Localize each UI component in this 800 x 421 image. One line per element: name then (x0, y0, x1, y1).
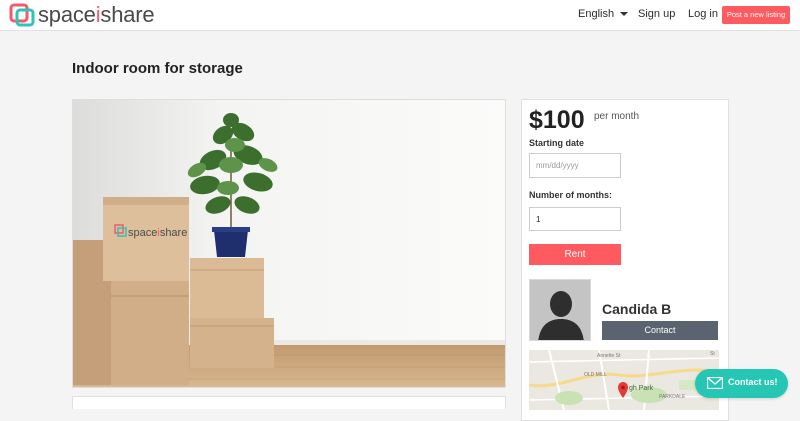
contact-host-button[interactable]: Contact (602, 321, 718, 340)
listing-photo[interactable]: spaceishare (72, 99, 506, 388)
starting-date-input[interactable] (529, 153, 621, 178)
login-link[interactable]: Log in (688, 8, 718, 20)
signup-link[interactable]: Sign up (638, 8, 675, 20)
months-label: Number of months: (529, 190, 612, 200)
map-label: St (710, 351, 715, 357)
description-panel-edge (72, 396, 506, 409)
location-map[interactable]: Annette St St OLD MILL gh Park PARKDALE (529, 350, 719, 410)
map-tiles (529, 350, 719, 410)
months-input[interactable] (529, 207, 621, 231)
rent-button[interactable]: Rent (529, 244, 621, 265)
logo-text: spaceishare (38, 2, 155, 27)
price-period: per month (594, 111, 640, 122)
storage-room-image: spaceishare (73, 100, 505, 387)
map-label: gh Park (629, 385, 654, 392)
spaceishare-logo-icon (9, 3, 35, 27)
caret-down-icon[interactable] (620, 12, 628, 16)
box-logo: spaceishare (128, 227, 187, 239)
map-label: Annette St (597, 353, 621, 359)
price: $100 (529, 106, 585, 134)
language-selector[interactable]: English (578, 8, 614, 20)
map-label: PARKDALE (659, 394, 686, 400)
top-navbar: spaceishare English Sign up Log in Post … (0, 0, 800, 31)
contact-us-chat-button[interactable]: Contact us! (695, 369, 788, 398)
host-name: Candida B (602, 301, 672, 317)
host-avatar[interactable] (529, 279, 591, 341)
contact-us-label: Contact us! (728, 377, 778, 387)
logo[interactable]: spaceishare (9, 2, 155, 27)
envelope-icon (707, 377, 723, 389)
map-pin-icon (618, 382, 628, 398)
listing-title: Indoor room for storage (72, 60, 243, 77)
map-label: OLD MILL (584, 372, 607, 378)
starting-date-label: Starting date (529, 138, 585, 148)
person-silhouette-icon (530, 280, 590, 340)
post-listing-button[interactable]: Post a new listing (722, 6, 790, 24)
